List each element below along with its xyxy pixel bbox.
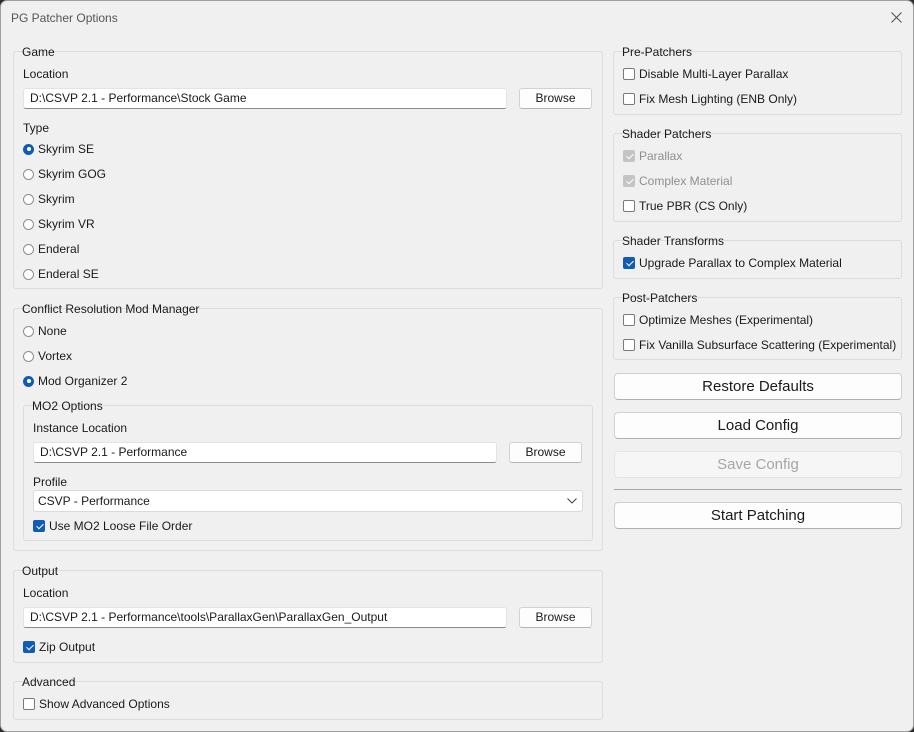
checkbox-indicator [623,150,635,162]
radio-indicator [23,243,34,255]
post-patchers-legend: Post-Patchers [622,291,698,305]
radio-label: Mod Organizer 2 [38,374,128,388]
checkbox-parallax: Parallax [623,148,682,164]
radio-type-skyrim-vr[interactable]: Skyrim VR [23,216,95,232]
game-type-label: Type [23,121,50,135]
checkbox-label: True PBR (CS Only) [639,199,748,213]
radio-manager-none[interactable]: None [23,323,67,339]
window-title: PG Patcher Options [11,11,118,25]
checkbox-indicator [23,698,35,710]
instance-browse-button[interactable]: Browse [509,442,582,463]
save-config-button: Save Config [614,451,902,478]
checkbox-indicator [623,93,635,105]
checkbox-zip-output[interactable]: Zip Output [23,639,95,655]
output-legend: Output [22,564,59,578]
checkbox-label: Use MO2 Loose File Order [49,519,193,533]
checkbox-label: Parallax [639,149,683,163]
radio-manager-vortex[interactable]: Vortex [23,348,72,364]
game-location-input[interactable]: D:\CSVP 2.1 - Performance\Stock Game [23,88,507,109]
close-icon [890,12,902,23]
profile-select[interactable]: CSVP - Performance [33,490,583,512]
checkbox-show-advanced[interactable]: Show Advanced Options [23,696,170,712]
restore-defaults-button[interactable]: Restore Defaults [614,373,902,400]
advanced-legend: Advanced [22,675,76,689]
checkbox-label: Optimize Meshes (Experimental) [639,313,814,327]
checkbox-indicator [23,641,35,653]
options-window: PG Patcher Options Game Location D:\CSVP… [0,0,914,732]
profile-label: Profile [33,475,68,489]
output-browse-button[interactable]: Browse [519,607,592,628]
game-legend: Game [22,45,55,59]
radio-indicator [23,193,34,205]
radio-label: None [38,324,67,338]
checkbox-fix-mesh-lighting[interactable]: Fix Mesh Lighting (ENB Only) [623,91,797,107]
checkbox-label: Complex Material [639,174,733,188]
radio-type-enderal-se[interactable]: Enderal SE [23,266,99,282]
checkbox-indicator [33,520,45,532]
mo2-options-legend: MO2 Options [32,399,103,413]
chevron-down-icon [567,498,577,504]
checkbox-disable-multi-layer-parallax[interactable]: Disable Multi-Layer Parallax [623,66,788,82]
radio-label: Vortex [38,349,73,363]
checkbox-indicator [623,200,635,212]
checkbox-label: Disable Multi-Layer Parallax [639,67,789,81]
radio-indicator [23,143,34,155]
instance-location-input[interactable]: D:\CSVP 2.1 - Performance [33,442,497,463]
instance-location-label: Instance Location [33,421,128,435]
profile-select-value: CSVP - Performance [38,494,150,508]
checkbox-upgrade-parallax[interactable]: Upgrade Parallax to Complex Material [623,255,842,271]
pre-patchers-legend: Pre-Patchers [622,45,693,59]
checkbox-label: Show Advanced Options [39,697,170,711]
checkbox-true-pbr[interactable]: True PBR (CS Only) [623,198,747,214]
checkbox-indicator [623,175,635,187]
radio-indicator [23,350,34,362]
checkbox-indicator [623,339,635,351]
close-button[interactable] [885,8,907,28]
radio-indicator [23,268,34,280]
radio-type-enderal[interactable]: Enderal [23,241,79,257]
radio-label: Skyrim VR [38,217,95,231]
radio-indicator [23,218,34,230]
start-patching-button[interactable]: Start Patching [614,502,902,529]
radio-type-skyrim-gog[interactable]: Skyrim GOG [23,166,106,182]
checkbox-optimize-meshes[interactable]: Optimize Meshes (Experimental) [623,312,813,328]
shader-patchers-legend: Shader Patchers [622,127,712,141]
output-location-input[interactable]: D:\CSVP 2.1 - Performance\tools\Parallax… [23,607,507,628]
checkbox-complex-material: Complex Material [623,173,732,189]
checkbox-indicator [623,68,635,80]
radio-label: Enderal [38,242,80,256]
radio-indicator [23,168,34,180]
checkbox-mo2-loose-order[interactable]: Use MO2 Loose File Order [33,518,192,534]
checkbox-label: Fix Vanilla Subsurface Scattering (Exper… [639,338,897,352]
checkbox-label: Upgrade Parallax to Complex Material [639,256,842,270]
game-browse-button[interactable]: Browse [519,88,592,109]
radio-label: Skyrim [38,192,75,206]
radio-label: Skyrim GOG [38,167,106,181]
output-location-label: Location [23,586,69,600]
radio-type-skyrim[interactable]: Skyrim [23,191,75,207]
radio-type-skyrim-se[interactable]: Skyrim SE [23,141,94,157]
radio-label: Skyrim SE [38,142,95,156]
radio-indicator [23,375,34,387]
checkbox-indicator [623,257,635,269]
checkbox-label: Fix Mesh Lighting (ENB Only) [639,92,798,106]
radio-indicator [23,325,34,337]
checkbox-fix-vanilla-sss[interactable]: Fix Vanilla Subsurface Scattering (Exper… [623,337,896,353]
title-bar: PG Patcher Options [1,1,913,35]
game-location-label: Location [23,67,69,81]
actions-separator [614,489,902,490]
checkbox-label: Zip Output [39,640,96,654]
mod-manager-legend: Conflict Resolution Mod Manager [22,302,200,316]
radio-label: Enderal SE [38,267,99,281]
load-config-button[interactable]: Load Config [614,412,902,439]
checkbox-indicator [623,314,635,326]
shader-transforms-legend: Shader Transforms [622,234,725,248]
radio-manager-mo2[interactable]: Mod Organizer 2 [23,373,127,389]
